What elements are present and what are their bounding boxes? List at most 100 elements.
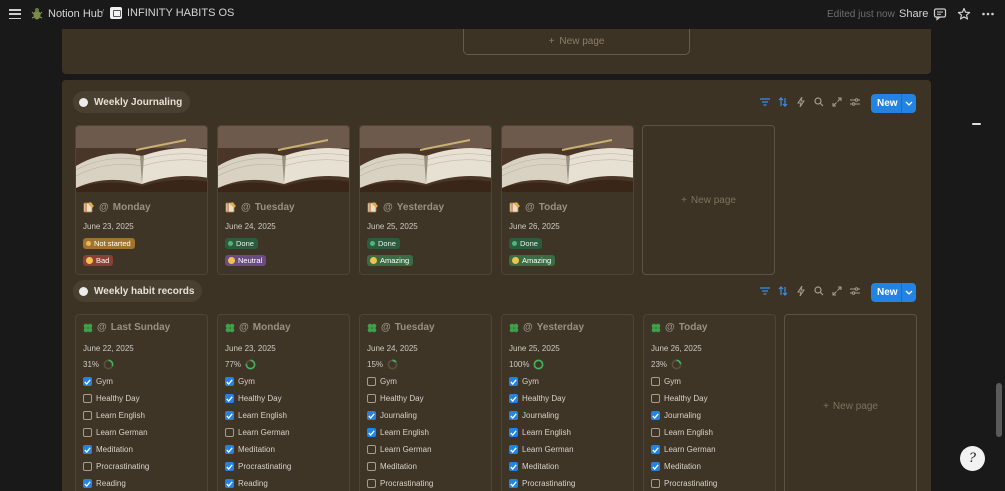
habit-item[interactable]: Gym (83, 377, 113, 386)
sort-icon[interactable] (774, 284, 792, 298)
checkbox-checked[interactable] (225, 377, 234, 386)
checkbox-checked[interactable] (509, 394, 518, 403)
card-title[interactable]: @ Monday (83, 201, 151, 213)
habits-new-page-card[interactable]: + New page (784, 314, 917, 491)
more-icon[interactable] (981, 7, 995, 21)
habit-item[interactable]: Gym (367, 377, 397, 386)
scrollbar[interactable] (996, 383, 1002, 437)
journal-card[interactable]: @ Tuesday June 24, 2025 Done Neutral (217, 125, 350, 275)
checkbox-checked[interactable] (225, 462, 234, 471)
expand-icon[interactable] (828, 95, 846, 109)
checkbox-checked[interactable] (509, 377, 518, 386)
checkbox-checked[interactable] (225, 411, 234, 420)
habit-item[interactable]: Journaling (367, 411, 417, 420)
habit-item[interactable]: Reading (225, 479, 268, 488)
settings-sliders-icon[interactable] (846, 95, 864, 109)
card-title[interactable]: @ Yesterday (367, 201, 444, 213)
checkbox-checked[interactable] (509, 462, 518, 471)
habit-item[interactable]: Gym (509, 377, 539, 386)
habit-item[interactable]: Healthy Day (651, 394, 708, 403)
habit-item[interactable]: Learn German (225, 428, 290, 437)
habit-item[interactable]: Healthy Day (367, 394, 424, 403)
automation-icon[interactable] (792, 95, 810, 109)
checkbox-checked[interactable] (225, 479, 234, 488)
menu-icon[interactable] (9, 8, 21, 20)
habit-card[interactable]: @ Last Sunday June 22, 2025 31% Gym Healthy D… (75, 314, 208, 491)
habit-item[interactable]: Reading (83, 479, 126, 488)
habit-item[interactable]: Learn German (367, 445, 432, 454)
search-icon[interactable] (810, 284, 828, 298)
habit-item[interactable]: Procrastinating (509, 479, 575, 488)
card-title[interactable]: @ Last Sunday (83, 322, 170, 333)
habit-item[interactable]: Learn English (367, 428, 429, 437)
chevron-down-icon[interactable] (902, 290, 916, 295)
habits-new-button[interactable]: New (871, 283, 916, 302)
weekly-journaling-title[interactable]: Weekly Journaling (73, 91, 191, 113)
weekly-habit-records-title[interactable]: Weekly habit records (73, 280, 203, 302)
checkbox-checked[interactable] (83, 377, 92, 386)
chevron-down-icon[interactable] (902, 101, 916, 106)
breadcrumb-workspace[interactable]: Notion Hub (31, 7, 103, 21)
habit-item[interactable]: Meditation (509, 462, 559, 471)
share-button[interactable]: Share (899, 8, 928, 20)
habit-card[interactable]: @ Yesterday June 25, 2025 100% Gym Healthy Da… (501, 314, 634, 491)
checkbox[interactable] (367, 479, 376, 488)
journaling-new-page-card[interactable]: + New page (642, 125, 775, 275)
checkbox[interactable] (651, 428, 660, 437)
star-icon[interactable] (957, 7, 971, 21)
checkbox-checked[interactable] (367, 411, 376, 420)
habit-card[interactable]: @ Today June 26, 2025 23% Gym Healthy Day Jour… (643, 314, 776, 491)
checkbox[interactable] (225, 428, 234, 437)
checkbox-checked[interactable] (651, 445, 660, 454)
checkbox-checked[interactable] (509, 479, 518, 488)
habit-item[interactable]: Meditation (225, 445, 275, 454)
habit-item[interactable]: Gym (225, 377, 255, 386)
journal-card[interactable]: @ Today June 26, 2025 Done Amazing (501, 125, 634, 275)
table-of-contents-marker[interactable] (972, 123, 981, 125)
card-title[interactable]: @ Tuesday (225, 201, 295, 213)
habit-item[interactable]: Learn English (225, 411, 287, 420)
checkbox[interactable] (367, 394, 376, 403)
journal-card[interactable]: @ Yesterday June 25, 2025 Done Amazing (359, 125, 492, 275)
habit-item[interactable]: Learn English (651, 428, 713, 437)
habit-item[interactable]: Healthy Day (509, 394, 566, 403)
habit-item[interactable]: Healthy Day (83, 394, 140, 403)
checkbox[interactable] (367, 377, 376, 386)
habit-card[interactable]: @ Tuesday June 24, 2025 15% Gym Healthy Day Jo… (359, 314, 492, 491)
filter-icon[interactable] (756, 95, 774, 109)
card-title[interactable]: @ Monday (225, 322, 291, 333)
new-page-button-top[interactable]: + New page (463, 29, 690, 55)
habit-item[interactable]: Meditation (83, 445, 133, 454)
checkbox[interactable] (367, 445, 376, 454)
checkbox[interactable] (83, 428, 92, 437)
habit-card[interactable]: @ Monday June 23, 2025 77% Gym Healthy Day Lea… (217, 314, 350, 491)
checkbox[interactable] (651, 394, 660, 403)
card-title[interactable]: @ Today (651, 322, 707, 333)
checkbox-checked[interactable] (509, 445, 518, 454)
habit-item[interactable]: Learn German (83, 428, 148, 437)
checkbox[interactable] (83, 394, 92, 403)
habit-item[interactable]: Journaling (509, 411, 559, 420)
sort-icon[interactable] (774, 95, 792, 109)
checkbox-checked[interactable] (225, 394, 234, 403)
habit-item[interactable]: Meditation (367, 462, 417, 471)
checkbox[interactable] (367, 462, 376, 471)
checkbox-checked[interactable] (83, 445, 92, 454)
search-icon[interactable] (810, 95, 828, 109)
journal-card[interactable]: @ Monday June 23, 2025 Not started Bad (75, 125, 208, 275)
habit-item[interactable]: Gym (651, 377, 681, 386)
filter-icon[interactable] (756, 284, 774, 298)
automation-icon[interactable] (792, 284, 810, 298)
card-title[interactable]: @ Yesterday (509, 322, 584, 333)
habit-item[interactable]: Journaling (651, 411, 701, 420)
card-title[interactable]: @ Today (509, 201, 567, 213)
habit-item[interactable]: Procrastinating (651, 479, 717, 488)
habit-item[interactable]: Procrastinating (225, 462, 291, 471)
checkbox-checked[interactable] (225, 445, 234, 454)
habit-item[interactable]: Learn German (509, 445, 574, 454)
checkbox[interactable] (651, 377, 660, 386)
checkbox-checked[interactable] (651, 411, 660, 420)
comment-icon[interactable] (933, 7, 947, 21)
journaling-new-button[interactable]: New (871, 94, 916, 113)
habit-item[interactable]: Learn English (83, 411, 145, 420)
